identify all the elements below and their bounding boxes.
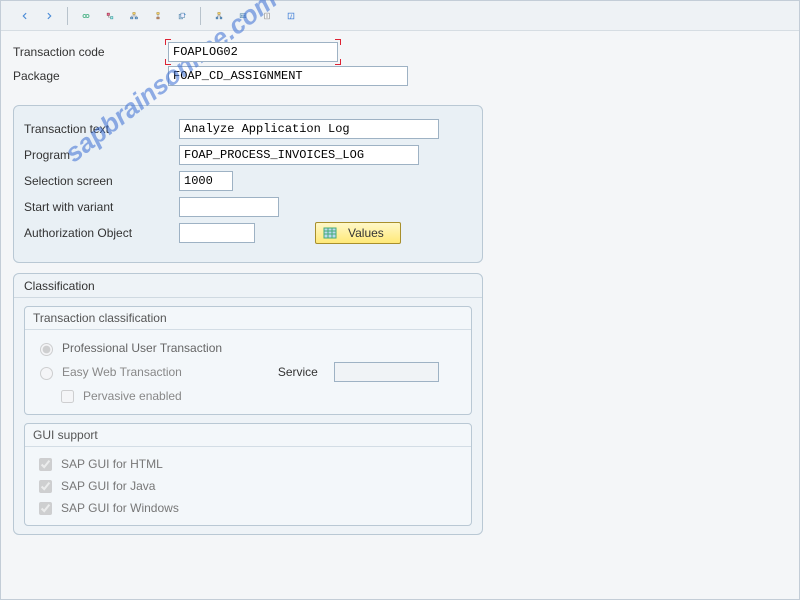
gui-support-panel: GUI support SAP GUI for HTML SAP GUI for… bbox=[24, 423, 472, 526]
display-icon[interactable] bbox=[76, 6, 96, 26]
doc-icon[interactable] bbox=[257, 6, 277, 26]
transaction-code-label: Transaction code bbox=[13, 45, 168, 59]
values-button[interactable]: Values bbox=[315, 222, 401, 244]
pervasive-checkbox[interactable] bbox=[61, 390, 74, 403]
transaction-code-input[interactable] bbox=[168, 42, 338, 62]
classification-title: Classification bbox=[14, 274, 482, 298]
program-label: Program bbox=[24, 148, 179, 162]
transaction-text-label: Transaction text bbox=[24, 122, 179, 136]
separator bbox=[67, 7, 68, 25]
service-label: Service bbox=[278, 365, 318, 379]
copy-icon[interactable] bbox=[172, 6, 192, 26]
gui-java-label: SAP GUI for Java bbox=[61, 479, 155, 493]
sap-window: i sapbrainsonline.com Transaction code P… bbox=[0, 0, 800, 600]
selection-screen-label: Selection screen bbox=[24, 174, 179, 188]
selection-screen-input[interactable] bbox=[179, 171, 233, 191]
gui-windows-checkbox[interactable] bbox=[39, 502, 52, 515]
values-button-label: Values bbox=[348, 226, 384, 240]
transaction-classification-panel: Transaction classification Professional … bbox=[24, 306, 472, 415]
pervasive-label: Pervasive enabled bbox=[83, 389, 182, 403]
separator bbox=[200, 7, 201, 25]
transaction-classification-title: Transaction classification bbox=[25, 307, 471, 330]
professional-user-radio[interactable] bbox=[40, 343, 53, 356]
gui-java-checkbox[interactable] bbox=[39, 480, 52, 493]
start-with-variant-label: Start with variant bbox=[24, 200, 179, 214]
tree3-icon[interactable] bbox=[148, 6, 168, 26]
start-with-variant-input[interactable] bbox=[179, 197, 279, 217]
details-panel: Transaction text Program Selection scree… bbox=[13, 105, 483, 263]
authorization-object-label: Authorization Object bbox=[24, 226, 179, 240]
gui-html-label: SAP GUI for HTML bbox=[61, 457, 163, 471]
easy-web-radio[interactable] bbox=[40, 367, 53, 380]
service-input bbox=[334, 362, 439, 382]
easy-web-label: Easy Web Transaction bbox=[62, 365, 182, 379]
package-input[interactable] bbox=[168, 66, 408, 86]
table-icon bbox=[322, 225, 338, 241]
toolbar: i bbox=[1, 1, 799, 31]
professional-user-label: Professional User Transaction bbox=[62, 341, 222, 355]
classification-panel: Classification Transaction classificatio… bbox=[13, 273, 483, 535]
program-input[interactable] bbox=[179, 145, 419, 165]
svg-text:i: i bbox=[290, 13, 292, 20]
back-icon[interactable] bbox=[15, 6, 35, 26]
gui-support-title: GUI support bbox=[25, 424, 471, 447]
authorization-object-input[interactable] bbox=[179, 223, 255, 243]
forward-icon[interactable] bbox=[39, 6, 59, 26]
transaction-text-input[interactable] bbox=[179, 119, 439, 139]
package-label: Package bbox=[13, 69, 168, 83]
info-icon[interactable]: i bbox=[281, 6, 301, 26]
org1-icon[interactable] bbox=[209, 6, 229, 26]
tree1-icon[interactable] bbox=[100, 6, 120, 26]
gui-windows-label: SAP GUI for Windows bbox=[61, 501, 179, 515]
org2-icon[interactable] bbox=[233, 6, 253, 26]
tree2-icon[interactable] bbox=[124, 6, 144, 26]
gui-html-checkbox[interactable] bbox=[39, 458, 52, 471]
